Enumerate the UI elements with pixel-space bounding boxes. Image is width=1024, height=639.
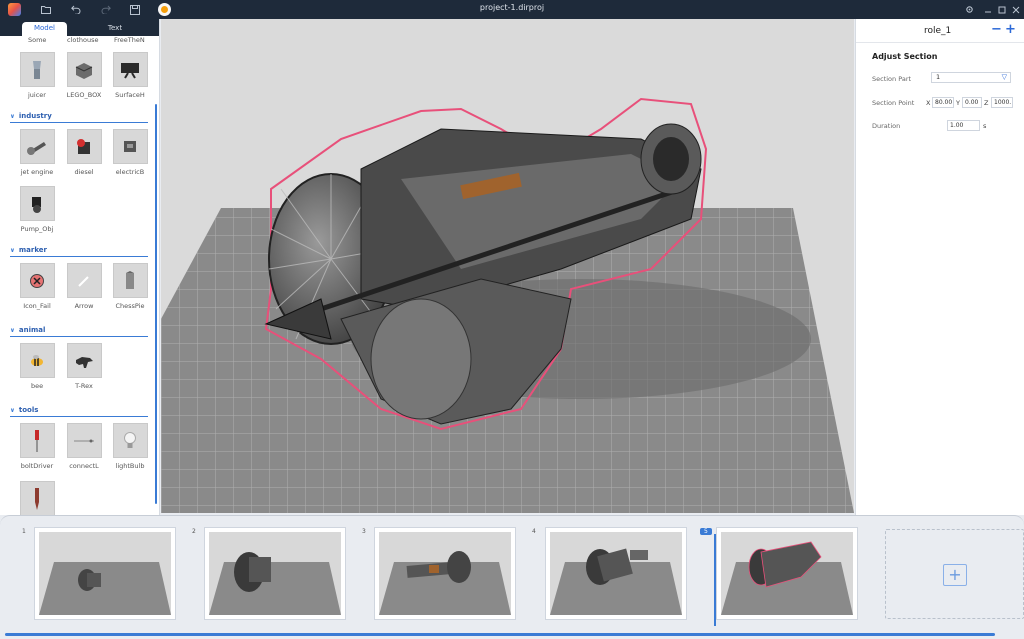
- diesel-icon: [66, 129, 102, 164]
- properties-panel: role_1 − + Adjust Section Section Part 1…: [855, 19, 1024, 515]
- model-item-extra[interactable]: [18, 481, 56, 515]
- plus-icon: +: [943, 564, 967, 586]
- timeline-frame-3[interactable]: [374, 527, 516, 620]
- z-label: Z: [984, 99, 989, 107]
- duration-label: Duration: [872, 122, 901, 130]
- chevron-down-icon: ▽: [1001, 73, 1007, 81]
- fail-icon: [19, 263, 55, 298]
- tab-text[interactable]: Text: [95, 22, 135, 36]
- role-header: role_1 − +: [856, 19, 1024, 43]
- item-label: Some: [28, 36, 47, 44]
- viewport-scene: [161, 97, 854, 513]
- x-label: X: [926, 99, 931, 107]
- x-input[interactable]: 80.00: [932, 97, 954, 108]
- window-title: project-1.dirproj: [479, 3, 545, 12]
- model-item-chesspie[interactable]: ChessPie: [111, 263, 149, 310]
- screwdriver-icon: [19, 423, 55, 458]
- item-label: clothouse: [67, 36, 99, 44]
- connector-icon: [66, 423, 102, 458]
- title-bar: project-1.dirproj: [0, 0, 1024, 19]
- duration-input[interactable]: 1.00: [947, 120, 980, 131]
- category-tools[interactable]: ∨ tools: [10, 406, 148, 417]
- model-item-jet-engine[interactable]: jet engine: [18, 129, 56, 176]
- jet-engine-icon: [19, 129, 55, 164]
- tab-model[interactable]: Model: [22, 22, 67, 36]
- timeline-frame-4[interactable]: [545, 527, 687, 620]
- library-scrollbar[interactable]: [155, 104, 157, 504]
- frame-number: 1: [22, 528, 26, 535]
- bee-icon: [19, 343, 55, 378]
- section-title: Adjust Section: [872, 52, 938, 61]
- 3d-viewport[interactable]: [161, 19, 854, 513]
- frame-number: 3: [362, 528, 366, 535]
- add-frame-button[interactable]: +: [885, 529, 1024, 619]
- lego-icon: [66, 52, 102, 87]
- model-item-arrow[interactable]: Arrow: [65, 263, 103, 310]
- model-item-bee[interactable]: bee: [18, 343, 56, 390]
- item-label: FreeTheN: [114, 36, 145, 44]
- lightbulb-icon: [112, 423, 148, 458]
- arrow-icon: [66, 263, 102, 298]
- duration-unit: s: [983, 122, 987, 130]
- trex-icon: [66, 343, 102, 378]
- model-library-panel: Model Text Some clothouse FreeTheN juice…: [0, 19, 160, 515]
- library-tabs: Model Text: [0, 19, 159, 36]
- remove-role-button[interactable]: −: [991, 22, 1002, 37]
- model-item-diesel[interactable]: diesel: [65, 129, 103, 176]
- timeline-frame-2[interactable]: [204, 527, 346, 620]
- model-item-icon-fail[interactable]: Icon_Fail: [18, 263, 56, 310]
- juicer-icon: [19, 52, 55, 87]
- section-point-label: Section Point: [872, 99, 915, 107]
- z-input[interactable]: 1000.: [991, 97, 1013, 108]
- model-item-juicer[interactable]: juicer: [18, 52, 56, 99]
- timeline-frame-1[interactable]: [34, 527, 176, 620]
- section-part-select[interactable]: 1 ▽: [931, 72, 1011, 83]
- timeline-frame-5[interactable]: [716, 527, 858, 620]
- model-item-surfaceh[interactable]: SurfaceH: [111, 52, 149, 99]
- y-label: Y: [956, 99, 960, 107]
- role-name[interactable]: role_1: [924, 26, 951, 36]
- timeline: 1 2 3 4 5 +: [0, 515, 1024, 639]
- frame-number-active: 5: [700, 528, 712, 535]
- chess-icon: [112, 263, 148, 298]
- model-item-lightbulb[interactable]: lightBulb: [111, 423, 149, 470]
- model-item-boltdriver[interactable]: boltDriver: [18, 423, 56, 470]
- section-part-label: Section Part: [872, 75, 912, 83]
- model-item-lego-box[interactable]: LEGO_BOX: [65, 52, 103, 99]
- model-item-connectl[interactable]: connectL: [65, 423, 103, 470]
- frame-number: 2: [192, 528, 196, 535]
- maximize-icon[interactable]: [995, 3, 1008, 16]
- electric-box-icon: [112, 129, 148, 164]
- timeline-scrollbar[interactable]: [5, 633, 995, 636]
- add-role-button[interactable]: +: [1005, 22, 1016, 37]
- close-icon[interactable]: [1009, 3, 1022, 16]
- category-industry[interactable]: ∨ industry: [10, 112, 148, 123]
- model-item-electricb[interactable]: electricB: [111, 129, 149, 176]
- minimize-icon[interactable]: [981, 3, 994, 16]
- frame-number: 4: [532, 528, 536, 535]
- pen-icon: [19, 481, 55, 515]
- surface-icon: [112, 52, 148, 87]
- category-marker[interactable]: ∨ marker: [10, 246, 148, 257]
- pump-icon: [19, 186, 55, 221]
- settings-icon[interactable]: [963, 3, 976, 16]
- y-input[interactable]: 0.00: [962, 97, 982, 108]
- model-item-t-rex[interactable]: T-Rex: [65, 343, 103, 390]
- category-animal[interactable]: ∨ animal: [10, 326, 148, 337]
- model-item-pump-obj[interactable]: Pump_Obj: [18, 186, 56, 233]
